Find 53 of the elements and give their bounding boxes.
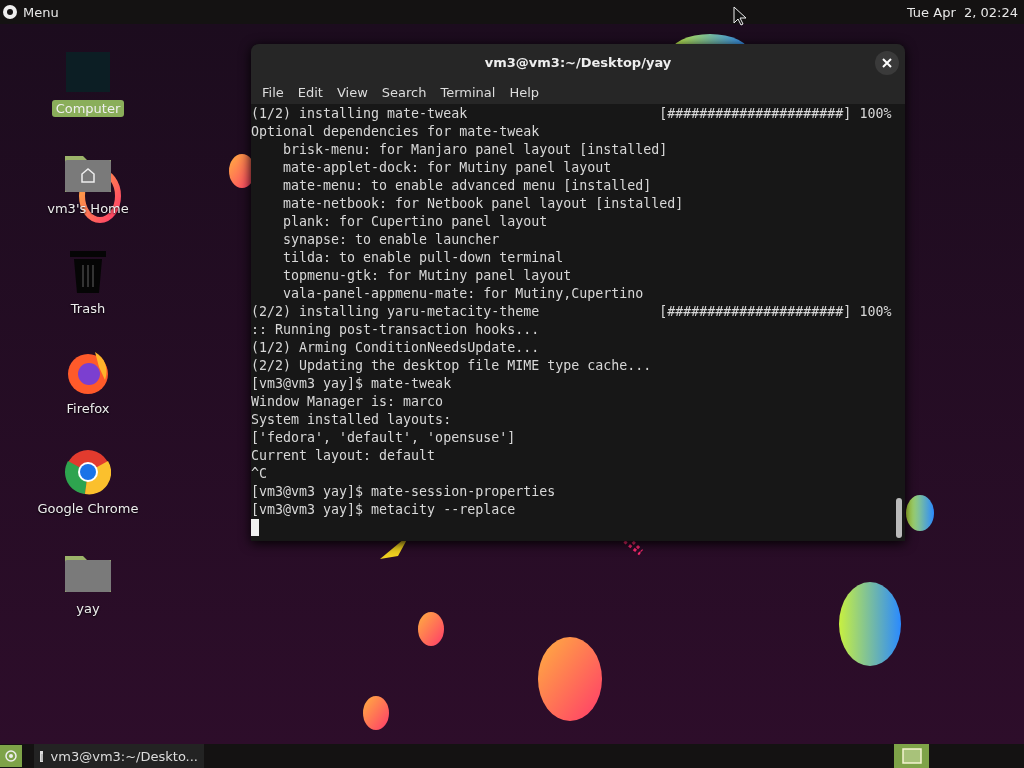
text-cursor: [251, 519, 259, 536]
terminal-line: (1/2) installing mate-tweak: [251, 105, 468, 123]
terminal-line: mate-applet-dock: for Mutiny panel layout: [282, 159, 612, 177]
wallpaper-blob: [418, 612, 444, 646]
terminal-line: [vm3@vm3 yay]$ mate-tweak: [251, 375, 452, 393]
firefox-icon: [65, 349, 111, 395]
progress-text: [######################] 100%: [659, 303, 892, 321]
menu-button[interactable]: Menu: [0, 4, 61, 20]
terminal-line: plank: for Cupertino panel layout: [282, 213, 548, 231]
menu-item[interactable]: View: [329, 84, 375, 100]
clock[interactable]: Tue Apr 2, 02:24: [906, 4, 1024, 20]
terminal-line: (2/2) installing yaru-metacity-theme: [251, 303, 540, 321]
desktop-icon-label[interactable]: Firefox: [62, 400, 114, 417]
wallpaper-blob: [906, 495, 934, 531]
menu-logo-icon: [5, 750, 17, 762]
terminal-line: mate-netbook: for Netbook panel layout [installed]: [282, 195, 684, 213]
terminal-line: Current layout: default: [251, 447, 436, 465]
window-title: vm3@vm3:~/Desktop/yay: [484, 54, 672, 70]
scrollbar-thumb[interactable]: [896, 498, 902, 538]
terminal-line: tilda: to enable pull-down terminal: [282, 249, 564, 267]
progress-text: [######################] 100%: [659, 105, 892, 123]
close-button[interactable]: [875, 51, 899, 75]
terminal-line: synapse: to enable launcher: [282, 231, 500, 249]
terminal-line: (2/2) Updating the desktop file MIME type cache...: [251, 357, 652, 375]
terminal-line: mate-menu: to enable advanced menu [installed]: [282, 177, 652, 195]
terminal-line: [vm3@vm3 yay]$ mate-session-properties: [251, 483, 556, 501]
menu-item[interactable]: Search: [374, 84, 434, 100]
chrome-icon: [65, 449, 111, 495]
start-button[interactable]: [0, 745, 22, 767]
taskbar-button[interactable]: vm3@vm3:~/Deskto...: [34, 744, 204, 768]
close-icon: [882, 58, 892, 68]
desktop-icon-label[interactable]: yay: [72, 600, 104, 617]
wallpaper-blob: [363, 696, 389, 730]
window-icon: [40, 750, 43, 762]
terminal-line: vala-panel-appmenu-mate: for Mutiny,Cupertino: [282, 285, 644, 303]
workspace-icon: [901, 748, 922, 764]
menu-item[interactable]: Help: [502, 84, 547, 100]
menu-item[interactable]: File: [255, 84, 291, 100]
terminal-line: ^C: [251, 465, 267, 483]
terminal-line: :: Running post-transaction hooks...: [251, 321, 540, 339]
terminal-line: ['fedora', 'default', 'opensuse']: [251, 429, 516, 447]
terminal-line: System installed layouts:: [251, 411, 452, 429]
terminal-line: brisk-menu: for Manjaro panel layout [installed]: [282, 141, 668, 159]
terminal-line: Optional dependencies for mate-tweak: [251, 123, 540, 141]
terminal-line: Window Manager is: marco: [251, 393, 444, 411]
desktop-icon-label[interactable]: Trash: [66, 300, 110, 317]
terminal-line: topmenu-gtk: for Mutiny panel layout: [282, 267, 572, 285]
terminal-line: [vm3@vm3 yay]$ metacity --replace: [251, 501, 516, 519]
menu-item[interactable]: Edit: [290, 84, 330, 100]
terminal-line: (1/2) Arming ConditionNeedsUpdate...: [251, 339, 540, 357]
workspace-switcher[interactable]: [894, 744, 929, 768]
menu-item[interactable]: Terminal: [433, 84, 503, 100]
desktop-icon-label[interactable]: Google Chrome: [33, 500, 143, 517]
